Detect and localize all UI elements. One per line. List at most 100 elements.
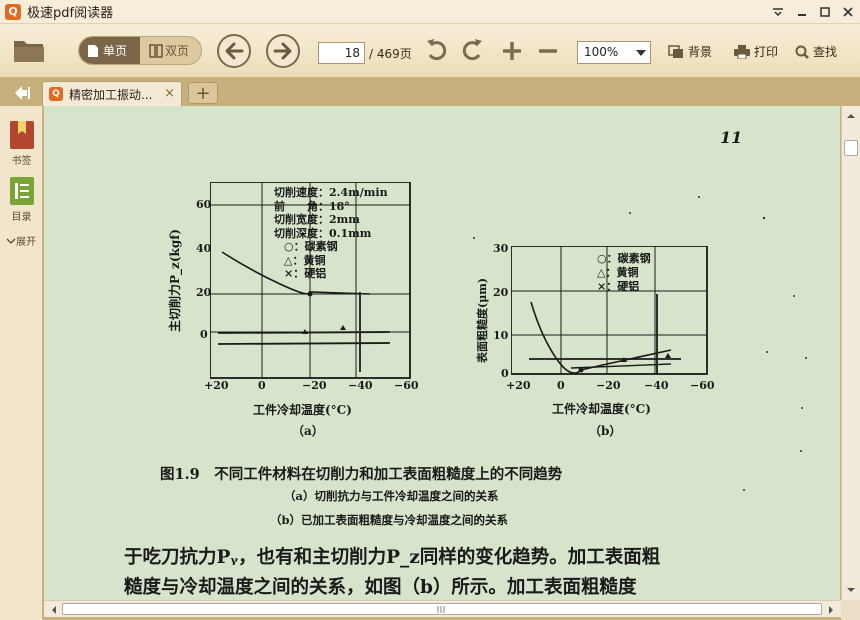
chevron-down-icon (6, 238, 16, 244)
legend-item: 切削深度：0.1mm (274, 226, 372, 240)
y-tick: 10 (493, 329, 509, 342)
horizontal-scrollbar[interactable] (44, 600, 841, 617)
y-tick: 20 (196, 286, 212, 299)
body-text-line: 糙度与冷却温度之间的关系，如图（b）所示。加工表面粗糙度 (124, 577, 637, 598)
x-tick: −60 (394, 379, 419, 392)
x-tick: −20 (302, 379, 327, 392)
sidebar: 书签 目录 展开 (0, 106, 43, 620)
previous-page-button[interactable] (217, 34, 251, 68)
dropdown-menu-icon[interactable] (768, 2, 788, 22)
caption-a: （a）切削抗力与工件冷却温度之间的关系 (284, 489, 499, 503)
print-label: 打印 (754, 45, 779, 59)
bookmark-label: 书签 (11, 156, 32, 167)
single-page-label: 单页 (103, 44, 128, 58)
x-tick: −60 (690, 379, 715, 392)
background-icon (668, 44, 683, 58)
add-tab-button[interactable]: + (188, 82, 218, 104)
legend-item: 前 角：18° (274, 199, 350, 213)
legend-item: 切削宽度：2mm (274, 213, 360, 226)
open-folder-icon[interactable] (13, 37, 45, 63)
zoom-select[interactable]: 100% (577, 41, 651, 64)
caption-b: （b）已加工表面粗糙度与冷却温度之间的关系 (270, 513, 509, 527)
collapse-sidebar-button[interactable] (6, 82, 36, 104)
legend-item: ○：碳素钢 (284, 240, 338, 253)
x-tick: 0 (557, 379, 565, 392)
search-button[interactable]: 查找 (795, 43, 837, 60)
bookmark-icon (9, 121, 34, 149)
chevron-left-icon[interactable] (50, 605, 58, 615)
chart-a-legend: 切削速度：2.4m/min 前 角：18° 切削宽度：2mm 切削深度：0.1m… (274, 186, 388, 281)
zoom-out-icon[interactable] (536, 39, 560, 63)
chevron-down-icon[interactable] (846, 586, 856, 594)
vertical-scrollbar[interactable] (841, 106, 860, 600)
arrow-left-icon (225, 42, 244, 60)
x-tick: 0 (258, 379, 266, 392)
horizontal-scroll-thumb[interactable] (62, 603, 822, 615)
legend-item: ○：碳素钢 (597, 252, 651, 265)
toolbar: 单页 双页 / 469页 100% 背景 打印 查找 (0, 24, 860, 78)
chart-b-ylabel: 表面粗糙度(μm) (476, 277, 489, 363)
legend-item: ×：硬铝 (284, 267, 327, 280)
double-page-button[interactable]: 双页 (141, 37, 201, 64)
y-tick: 0 (200, 328, 208, 341)
vertical-scroll-thumb[interactable] (844, 140, 858, 156)
single-page-button[interactable]: 单页 (79, 37, 140, 64)
title-bar: Q 极速pdf阅读器 (0, 0, 860, 24)
zoom-value: 100% (584, 45, 619, 59)
y-tick: 30 (493, 242, 509, 255)
zoom-in-icon[interactable] (500, 39, 524, 63)
chart-a-xlabel: 工件冷却温度(°C) (253, 403, 352, 417)
print-button[interactable]: 打印 (734, 43, 778, 60)
y-tick: 20 (493, 286, 509, 299)
chart-b-sublabel: （b） (589, 424, 622, 438)
printer-icon (734, 44, 750, 59)
rotate-left-icon[interactable] (425, 39, 449, 63)
tab-bar: Q 精密加工振动... × + (0, 78, 860, 106)
document-tab-icon: Q (49, 87, 63, 101)
legend-item: △：黄铜 (597, 266, 639, 279)
chart-a-sublabel: （a） (292, 424, 324, 438)
rotate-right-icon[interactable] (460, 39, 484, 63)
arrow-left-bar-icon (15, 86, 30, 100)
minimize-icon[interactable] (792, 2, 812, 22)
legend-item: ×：硬铝 (597, 280, 640, 293)
close-window-icon[interactable] (838, 2, 858, 22)
y-tick: 40 (196, 242, 212, 255)
x-tick: +20 (506, 379, 531, 392)
legend-item: 切削速度：2.4m/min (274, 186, 388, 199)
app-title: 极速pdf阅读器 (27, 6, 114, 21)
grip-icon (437, 606, 445, 613)
arrow-right-icon (273, 42, 292, 60)
sidebar-item-toc[interactable]: 目录 (0, 176, 43, 223)
chevron-down-icon (636, 50, 646, 56)
tab-label: 精密加工振动... (69, 87, 153, 102)
sidebar-item-bookmarks[interactable]: 书签 (0, 120, 43, 167)
scroll-corner (841, 600, 860, 620)
chevron-right-icon[interactable] (827, 605, 835, 615)
chart-a-ylabel: 主切削力P_z(kgf) (168, 228, 182, 332)
double-page-label: 双页 (165, 44, 190, 58)
body-text-line: 于吃刀抗力Pᵧ，也有和主切削力P_z同样的变化趋势。加工表面粗 (124, 547, 661, 568)
expand-label: 展开 (16, 237, 36, 248)
double-page-icon (149, 43, 163, 58)
tab-document[interactable]: Q 精密加工振动... × (42, 81, 182, 106)
tab-close-icon[interactable]: × (164, 86, 175, 101)
background-label: 背景 (688, 45, 713, 59)
search-icon (795, 45, 809, 59)
app-logo-icon: Q (5, 3, 21, 20)
background-button[interactable]: 背景 (668, 43, 712, 60)
sidebar-expand-button[interactable]: 展开 (6, 233, 36, 248)
figure-caption: 图1.9 不同工件材料在切削力和加工表面粗糙度上的不同趋势 (160, 466, 563, 483)
page-number-input[interactable] (318, 42, 365, 64)
x-tick: −40 (644, 379, 669, 392)
toc-label: 目录 (11, 212, 32, 223)
next-page-button[interactable] (266, 34, 300, 68)
page-total: / 469页 (369, 47, 412, 61)
x-tick: −20 (596, 379, 621, 392)
chevron-up-icon[interactable] (846, 112, 856, 120)
maximize-icon[interactable] (815, 2, 835, 22)
search-label: 查找 (813, 45, 838, 59)
legend-item: △：黄铜 (284, 253, 326, 267)
document-page: 11 切削速度：2.4m/min 前 角：18° 切削宽度：2mm 切削深度：0… (44, 106, 840, 600)
y-tick: 60 (196, 198, 212, 211)
